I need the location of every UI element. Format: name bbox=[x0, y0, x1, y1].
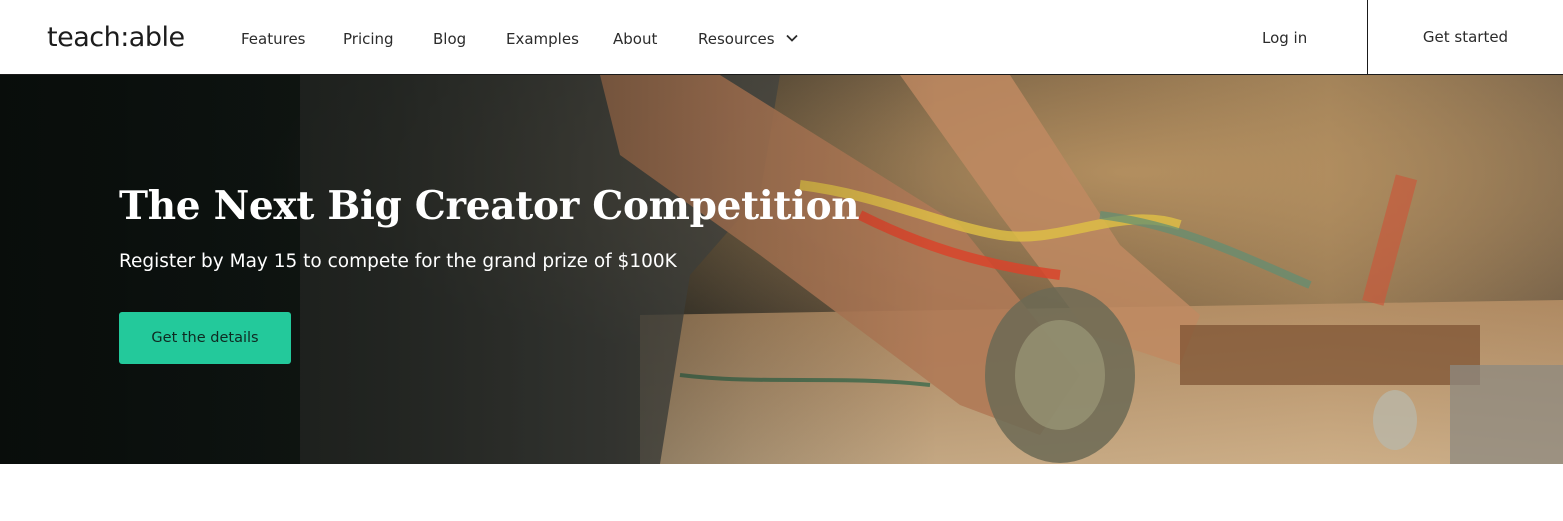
hero-title: The Next Big Creator Competition bbox=[119, 183, 860, 229]
site-header: teach:able Features Pricing Blog Example… bbox=[0, 0, 1563, 75]
chevron-down-icon[interactable] bbox=[785, 31, 799, 45]
get-the-details-button[interactable]: Get the details bbox=[119, 312, 291, 364]
get-started-button[interactable]: Get started bbox=[1368, 0, 1563, 75]
nav-examples[interactable]: Examples bbox=[506, 30, 579, 48]
hero-banner: The Next Big Creator Competition Registe… bbox=[0, 75, 1563, 464]
nav-blog[interactable]: Blog bbox=[433, 30, 466, 48]
login-link[interactable]: Log in bbox=[1262, 29, 1307, 47]
teachable-logo[interactable]: teach:able bbox=[47, 22, 185, 53]
hero-subtitle: Register by May 15 to compete for the gr… bbox=[119, 251, 677, 272]
nav-about[interactable]: About bbox=[613, 30, 657, 48]
nav-features[interactable]: Features bbox=[241, 30, 306, 48]
nav-resources[interactable]: Resources bbox=[698, 30, 775, 48]
nav-pricing[interactable]: Pricing bbox=[343, 30, 394, 48]
